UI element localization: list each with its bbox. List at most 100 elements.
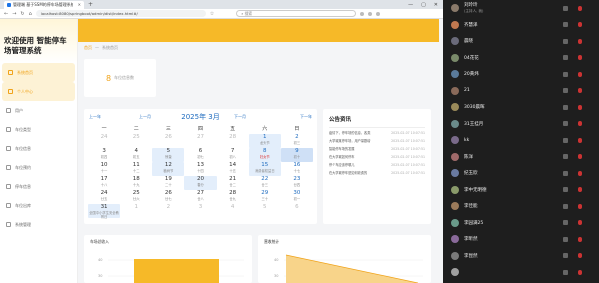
calendar-day[interactable]: 28 <box>217 134 249 148</box>
calendar-day[interactable]: 22 廿三 <box>249 176 281 190</box>
calendar-day[interactable]: 5 惊蛰 <box>152 148 185 162</box>
mic-muted-icon[interactable] <box>578 22 582 28</box>
calendar-day[interactable]: 7 初八 <box>217 148 249 162</box>
calendar-day[interactable]: 1 <box>120 204 152 218</box>
mic-muted-icon[interactable] <box>578 269 582 275</box>
camera-off-icon[interactable] <box>563 22 568 28</box>
browser-tab[interactable]: 管理端 基于SSM的停车场管理系统 ✕ <box>4 0 84 9</box>
participant-row[interactable] <box>443 264 599 281</box>
calendar-day[interactable]: 11 十二 <box>120 162 152 176</box>
calendar-day[interactable]: 4 <box>217 204 249 218</box>
minimize-icon[interactable]: — <box>408 2 413 8</box>
calendar-day[interactable]: 20 春分 <box>184 176 217 190</box>
new-tab-button[interactable]: + <box>88 1 93 8</box>
participant-row[interactable]: 纪玉欣 <box>443 165 599 182</box>
profile-icon[interactable] <box>368 11 373 16</box>
home-icon[interactable]: ⌂ <box>29 11 32 17</box>
calendar-day[interactable]: 4 初五 <box>120 148 152 162</box>
calendar-day[interactable]: 29 三十 <box>249 190 281 204</box>
calendar-day[interactable]: 2 初三 <box>281 134 313 148</box>
calendar-day[interactable]: 17 十八 <box>88 176 120 190</box>
mic-muted-icon[interactable] <box>578 88 582 94</box>
calendar-day[interactable]: 3 <box>184 204 216 218</box>
mic-muted-icon[interactable] <box>578 187 582 193</box>
calendar-day[interactable]: 21 廿二 <box>217 176 249 190</box>
calendar-day[interactable]: 24 <box>88 134 120 148</box>
prev-month-button[interactable]: 上一月 <box>139 114 167 120</box>
mic-muted-icon[interactable] <box>578 170 582 176</box>
sidebar-item-7[interactable]: 车位出库 <box>0 196 77 215</box>
stat-card[interactable]: 8 车位信息数 <box>84 59 156 97</box>
calendar-day[interactable]: 26 <box>152 134 184 148</box>
calendar-day[interactable]: 2 <box>152 204 184 218</box>
sidebar-item-2[interactable]: 用户 <box>0 101 77 120</box>
participant-row[interactable]: 齐慧泽 <box>443 17 599 34</box>
camera-off-icon[interactable] <box>563 71 568 77</box>
calendar-day[interactable]: 28 廿九 <box>217 190 249 204</box>
mic-muted-icon[interactable] <box>578 55 582 61</box>
calendar-day[interactable]: 24 廿五 <box>88 190 120 204</box>
sidebar-item-8[interactable]: 系统管理 <box>0 215 77 234</box>
close-window-icon[interactable]: ✕ <box>434 2 438 8</box>
calendar-day[interactable]: 30 初一 <box>281 190 313 204</box>
calendar-day[interactable]: 16 十七 <box>281 162 313 176</box>
url-field[interactable]: localhost:8080/springboot/admin/dist/ind… <box>35 10 206 17</box>
news-item[interactable]: 大学城某停车场，用户量剧增 2025-02-07 10:07:51 <box>329 139 425 143</box>
participant-row[interactable]: 21 <box>443 83 599 100</box>
sidebar-item-4[interactable]: 车位信息 <box>0 139 77 158</box>
mic-muted-icon[interactable] <box>578 71 582 77</box>
camera-off-icon[interactable] <box>563 38 568 44</box>
participant-row[interactable]: 李佳能 <box>443 198 599 215</box>
calendar-day[interactable]: 12 植树节 <box>152 162 185 176</box>
extension-icon[interactable] <box>360 11 365 16</box>
news-item[interactable]: 疫情下，停车场的信息，各类 2025-02-07 10:07:51 <box>329 131 425 135</box>
camera-off-icon[interactable] <box>563 5 568 11</box>
camera-off-icon[interactable] <box>563 121 568 127</box>
news-item[interactable]: 停个车应该停哪儿 2025-02-07 10:07:51 <box>329 163 425 167</box>
participant-row[interactable]: 李中无明德 <box>443 182 599 199</box>
news-item[interactable]: 在大学城如何停车 2025-02-07 10:07:51 <box>329 155 425 159</box>
calendar-day[interactable]: 9 初十 <box>280 148 313 162</box>
mic-muted-icon[interactable] <box>578 5 582 11</box>
camera-off-icon[interactable] <box>563 55 568 61</box>
participant-row[interactable]: 李园满25 <box>443 215 599 232</box>
participant-row[interactable]: 04花花 <box>443 50 599 67</box>
close-tab-icon[interactable]: ✕ <box>78 2 81 7</box>
camera-off-icon[interactable] <box>563 104 568 110</box>
calendar-day[interactable]: 18 十九 <box>120 176 152 190</box>
mic-muted-icon[interactable] <box>578 154 582 160</box>
calendar-day[interactable]: 19 二十 <box>152 176 184 190</box>
reload-icon[interactable]: ↻ <box>20 11 24 17</box>
participant-row[interactable]: 李昕然 <box>443 231 599 248</box>
mic-muted-icon[interactable] <box>578 203 582 209</box>
camera-off-icon[interactable] <box>563 170 568 176</box>
bookmark-star-icon[interactable]: ☆ <box>210 11 214 17</box>
camera-off-icon[interactable] <box>563 236 568 242</box>
mic-muted-icon[interactable] <box>578 253 582 259</box>
back-icon[interactable]: ← <box>4 11 8 17</box>
mic-muted-icon[interactable] <box>578 38 582 44</box>
maximize-icon[interactable]: ▢ <box>421 2 426 8</box>
sidebar-item-0[interactable]: 系统首页 <box>2 63 75 82</box>
calendar-day[interactable]: 25 廿六 <box>120 190 152 204</box>
news-item[interactable]: 智能停车场的发展 2025-02-07 10:07:51 <box>329 147 425 151</box>
camera-off-icon[interactable] <box>563 220 568 226</box>
sidebar-item-5[interactable]: 车位预约 <box>0 158 77 177</box>
camera-off-icon[interactable] <box>563 88 568 94</box>
calendar-day[interactable]: 14 十五 <box>217 162 249 176</box>
calendar-day[interactable]: 27 廿八 <box>184 190 216 204</box>
sidebar-item-6[interactable]: 停车信息 <box>0 177 77 196</box>
camera-off-icon[interactable] <box>563 203 568 209</box>
calendar-day[interactable]: 13 十四 <box>184 162 216 176</box>
participant-row[interactable]: kk <box>443 132 599 149</box>
next-month-button[interactable]: 下一月 <box>234 114 262 120</box>
calendar-day[interactable]: 6 <box>281 204 313 218</box>
participant-row[interactable]: 晨晓 <box>443 33 599 50</box>
mic-muted-icon[interactable] <box>578 220 582 226</box>
calendar-day[interactable]: 5 <box>249 204 281 218</box>
calendar-day[interactable]: 3 初四 <box>88 148 120 162</box>
camera-off-icon[interactable] <box>563 253 568 259</box>
menu-icon[interactable] <box>376 11 381 16</box>
calendar-day[interactable]: 1 龙头节 <box>248 134 281 148</box>
calendar-day[interactable]: 27 <box>184 134 216 148</box>
